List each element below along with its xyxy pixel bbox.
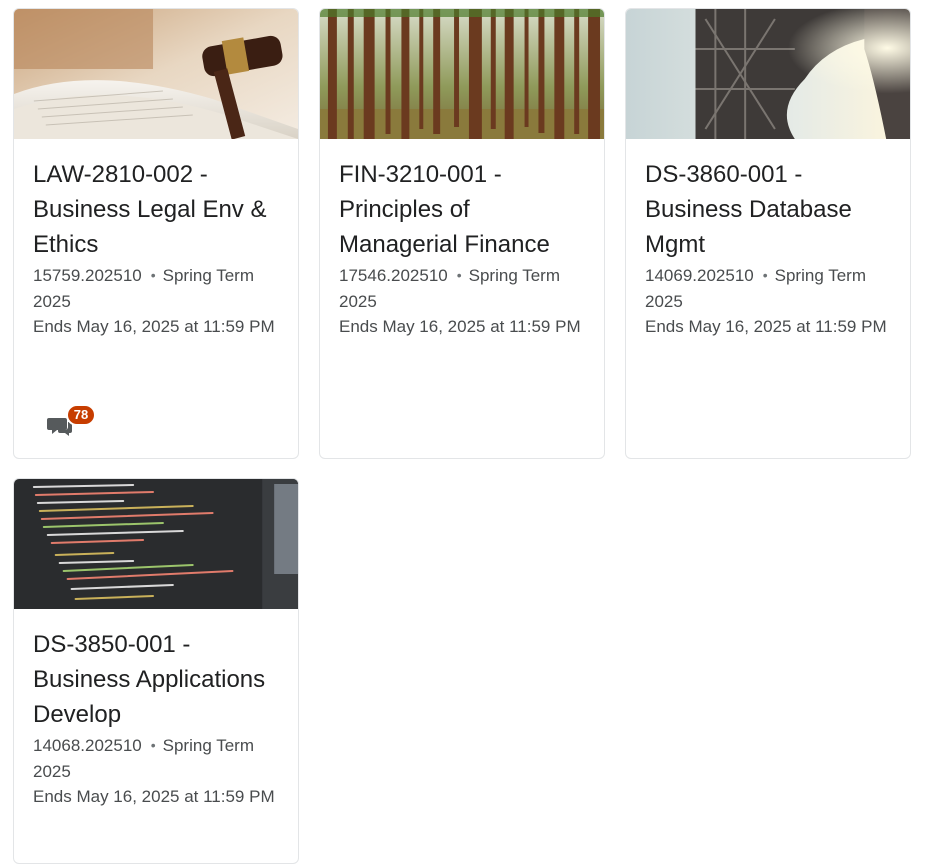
course-meta: 17546.202510 • Spring Term 2025 (339, 263, 585, 314)
course-end-date: Ends May 16, 2025 at 11:59 PM (645, 317, 887, 336)
course-meta: 14068.202510 • Spring Term 2025 (33, 733, 279, 784)
separator-dot: • (456, 267, 462, 283)
course-end-date: Ends May 16, 2025 at 11:59 PM (33, 787, 275, 806)
course-end-date: Ends May 16, 2025 at 11:59 PM (339, 317, 581, 336)
separator-dot: • (150, 267, 156, 283)
course-card-ds-3850[interactable]: DS-3850-001 - Business Applications Deve… (13, 478, 299, 864)
course-title[interactable]: FIN-3210-001 - Principles of Managerial … (339, 157, 585, 262)
course-end-date: Ends May 16, 2025 at 11:59 PM (33, 317, 275, 336)
course-code: 14068.202510 (33, 736, 142, 755)
course-image-bridge[interactable] (626, 9, 910, 139)
course-meta: 15759.202510 • Spring Term 2025 (33, 263, 279, 314)
course-meta: 14069.202510 • Spring Term 2025 (645, 263, 891, 314)
course-card-ds-3860[interactable]: DS-3860-001 - Business Database Mgmt 140… (625, 8, 911, 459)
course-code: 17546.202510 (339, 266, 448, 285)
notification-count-badge: 78 (66, 404, 96, 426)
course-grid: LAW-2810-002 - Business Legal Env & Ethi… (0, 0, 932, 867)
course-title[interactable]: LAW-2810-002 - Business Legal Env & Ethi… (33, 157, 279, 262)
course-image-forest[interactable] (320, 9, 604, 139)
separator-dot: • (762, 267, 768, 283)
course-title[interactable]: DS-3860-001 - Business Database Mgmt (645, 157, 891, 262)
course-image-code[interactable] (14, 479, 298, 609)
course-image-gavel[interactable] (14, 9, 298, 139)
course-card-law-2810[interactable]: LAW-2810-002 - Business Legal Env & Ethi… (13, 8, 299, 459)
course-code: 14069.202510 (645, 266, 754, 285)
separator-dot: • (150, 737, 156, 753)
course-code: 15759.202510 (33, 266, 142, 285)
discussion-notification[interactable]: 78 (47, 404, 96, 446)
course-card-fin-3210[interactable]: FIN-3210-001 - Principles of Managerial … (319, 8, 605, 459)
course-title[interactable]: DS-3850-001 - Business Applications Deve… (33, 627, 279, 732)
